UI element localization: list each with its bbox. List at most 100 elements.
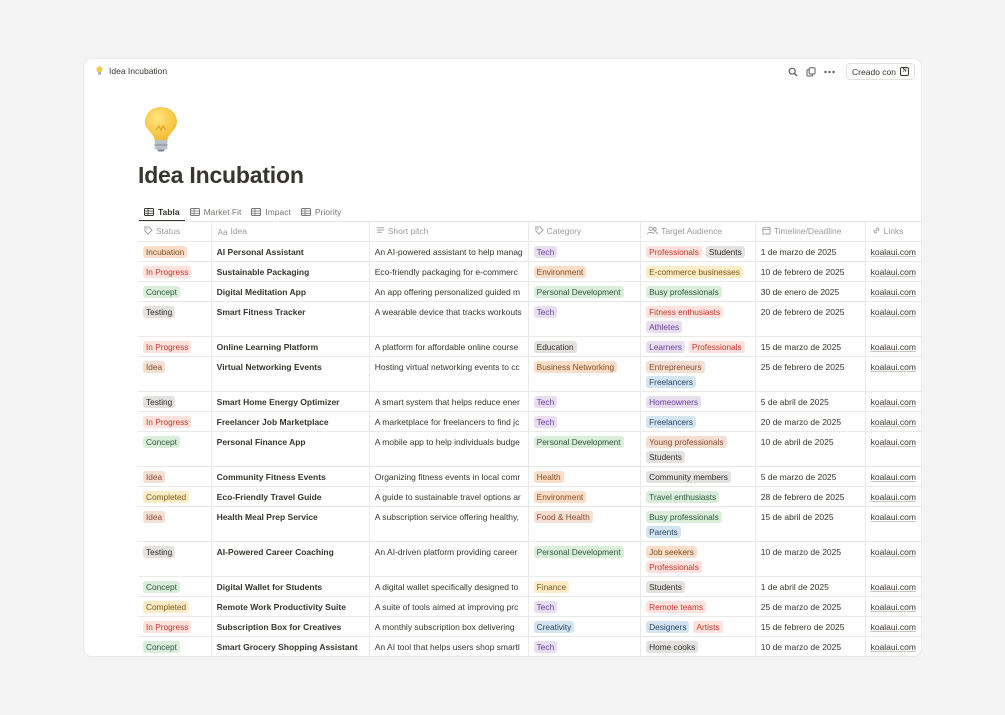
short-pitch-cell[interactable]: An AI-driven platform providing career [369,541,529,577]
column-header-short-pitch[interactable]: Short pitch [369,222,529,242]
table-row[interactable]: Testing Smart Home Energy Optimizer A smar… [138,391,921,412]
link-cell[interactable]: koalaui.com [865,261,921,282]
target-audience-cell[interactable]: Busy professionals [640,281,756,302]
table-row[interactable]: In Progress Subscription Box for Creative… [138,616,921,637]
short-pitch-cell[interactable]: An app offering personalized guided m [369,281,529,302]
status-cell[interactable]: In Progress [138,261,212,282]
search-icon[interactable] [786,65,800,79]
category-cell[interactable]: Personal Development [528,281,642,302]
target-audience-cell[interactable]: Community members [640,466,756,487]
status-cell[interactable]: Concept [138,431,212,467]
status-cell[interactable]: Testing [138,391,212,412]
timeline-cell[interactable]: 15 de marzo de 2025 [755,336,866,357]
target-audience-cell[interactable]: Entrepreneurs Freelancers [640,356,756,392]
table-row[interactable]: Idea Health Meal Prep Service A subscripti… [138,506,921,542]
link-cell[interactable]: koalaui.com [865,391,921,412]
timeline-cell[interactable]: 20 de febrero de 2025 [755,301,866,337]
short-pitch-cell[interactable]: A wearable device that tracks workouts [369,301,529,337]
timeline-cell[interactable]: 10 de abril de 2025 [755,431,866,467]
idea-cell[interactable]: Virtual Networking Events [211,356,370,392]
idea-cell[interactable]: Freelancer Job Marketplace [211,411,370,432]
tab-market-fit[interactable]: Market Fit [185,201,247,222]
target-audience-cell[interactable]: Homeowners [640,391,756,412]
timeline-cell[interactable]: 15 de febrero de 2025 [755,616,866,637]
idea-cell[interactable]: Smart Grocery Shopping Assistant [211,636,370,656]
timeline-cell[interactable]: 30 de enero de 2025 [755,281,866,302]
timeline-cell[interactable]: 5 de marzo de 2025 [755,466,866,487]
status-cell[interactable]: Testing [138,541,212,577]
status-cell[interactable]: Idea [138,356,212,392]
lightbulb-icon[interactable] [144,106,178,152]
timeline-cell[interactable]: 20 de marzo de 2025 [755,411,866,432]
column-header-idea[interactable]: Aa Idea [211,222,370,242]
target-audience-cell[interactable]: Travel enthusiasts [640,486,756,507]
made-with-button[interactable]: Creado con N [846,63,915,80]
idea-cell[interactable]: Subscription Box for Creatives [211,616,370,637]
column-header-status[interactable]: Status [138,222,212,242]
timeline-cell[interactable]: 1 de abril de 2025 [755,576,866,597]
column-header-timeline[interactable]: Timeline/Deadline [755,222,866,242]
short-pitch-cell[interactable]: A subscription service offering healthy, [369,506,529,542]
idea-cell[interactable]: Digital Meditation App [211,281,370,302]
category-cell[interactable]: Tech [528,636,642,656]
timeline-cell[interactable]: 10 de marzo de 2025 [755,636,866,656]
link-cell[interactable]: koalaui.com [865,596,921,617]
idea-cell[interactable]: AI Personal Assistant [211,241,370,262]
status-cell[interactable]: Idea [138,466,212,487]
category-cell[interactable]: Tech [528,241,642,262]
column-header-links[interactable]: Links [865,222,921,242]
link-cell[interactable]: koalaui.com [865,431,921,467]
short-pitch-cell[interactable]: A digital wallet specifically designed t… [369,576,529,597]
timeline-cell[interactable]: 1 de marzo de 2025 [755,241,866,262]
short-pitch-cell[interactable]: A platform for affordable online course [369,336,529,357]
target-audience-cell[interactable]: Home cooks Professionals [640,636,756,656]
link-cell[interactable]: koalaui.com [865,636,921,656]
more-icon[interactable] [822,65,836,79]
status-cell[interactable]: Concept [138,636,212,656]
category-cell[interactable]: Tech [528,391,642,412]
target-audience-cell[interactable]: Young professionals Students [640,431,756,467]
category-cell[interactable]: Tech [528,596,642,617]
category-cell[interactable]: Environment [528,261,642,282]
short-pitch-cell[interactable]: A guide to sustainable travel options ar [369,486,529,507]
target-audience-cell[interactable]: E-commerce businesses [640,261,756,282]
link-cell[interactable]: koalaui.com [865,486,921,507]
tab-tabla[interactable]: Tabla [139,201,185,222]
status-cell[interactable]: Testing [138,301,212,337]
table-row[interactable]: In Progress Freelancer Job Marketplace A m… [138,411,921,432]
short-pitch-cell[interactable]: A suite of tools aimed at improving prc [369,596,529,617]
short-pitch-cell[interactable]: A monthly subscription box delivering [369,616,529,637]
status-cell[interactable]: Incubation [138,241,212,262]
timeline-cell[interactable]: 10 de marzo de 2025 [755,541,866,577]
idea-cell[interactable]: Community Fitness Events [211,466,370,487]
link-cell[interactable]: koalaui.com [865,411,921,432]
timeline-cell[interactable]: 25 de febrero de 2025 [755,356,866,392]
status-cell[interactable]: In Progress [138,336,212,357]
category-cell[interactable]: Personal Development [528,431,642,467]
timeline-cell[interactable]: 25 de marzo de 2025 [755,596,866,617]
category-cell[interactable]: Finance [528,576,642,597]
category-cell[interactable]: Health [528,466,642,487]
idea-cell[interactable]: Health Meal Prep Service [211,506,370,542]
target-audience-cell[interactable]: Remote teams [640,596,756,617]
short-pitch-cell[interactable]: A smart system that helps reduce ener [369,391,529,412]
short-pitch-cell[interactable]: A marketplace for freelancers to find jc [369,411,529,432]
category-cell[interactable]: Environment [528,486,642,507]
table-row[interactable]: In Progress Online Learning Platform A pla… [138,336,921,357]
short-pitch-cell[interactable]: An AI tool that helps users shop smartl [369,636,529,656]
table-row[interactable]: Completed Eco-Friendly Travel Guide A guid… [138,486,921,507]
category-cell[interactable]: Tech [528,301,642,337]
timeline-cell[interactable]: 5 de abril de 2025 [755,391,866,412]
table-row[interactable]: Completed Remote Work Productivity Suite A… [138,596,921,617]
short-pitch-cell[interactable]: A mobile app to help individuals budge [369,431,529,467]
table-row[interactable]: Concept Personal Finance App A mobile app … [138,431,921,467]
category-cell[interactable]: Personal Development [528,541,642,577]
target-audience-cell[interactable]: Job seekers Professionals [640,541,756,577]
idea-cell[interactable]: Digital Wallet for Students [211,576,370,597]
short-pitch-cell[interactable]: Organizing fitness events in local comr [369,466,529,487]
idea-cell[interactable]: Sustainable Packaging [211,261,370,282]
table-row[interactable]: Idea Community Fitness Events Organizing f… [138,466,921,487]
table-row[interactable]: Concept Smart Grocery Shopping Assistant A… [138,636,921,656]
table-row[interactable]: In Progress Sustainable Packaging Eco-frie… [138,261,921,282]
link-cell[interactable]: koalaui.com [865,541,921,577]
